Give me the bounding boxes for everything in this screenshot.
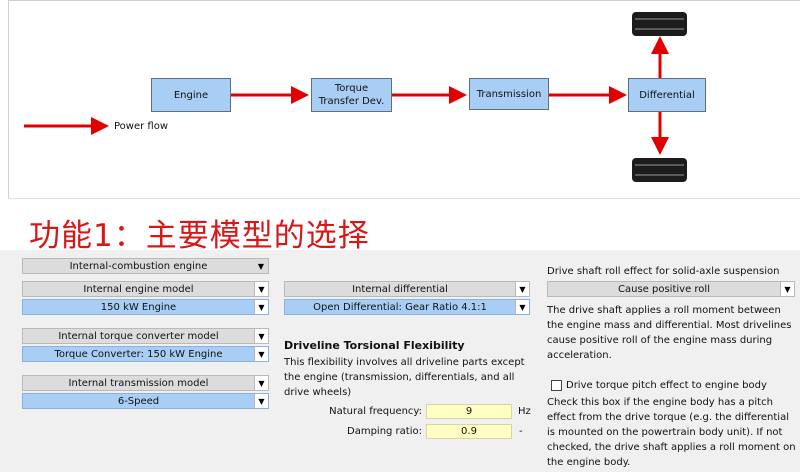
roll-effect-title: Drive shaft roll effect for solid-axle s… — [547, 266, 780, 277]
differential-select[interactable]: Open Differential: Gear Ratio 4.1:1 ▼ — [284, 299, 530, 315]
engine-model-value: 150 kW Engine — [100, 301, 177, 313]
flexibility-description: This flexibility involves all driveline … — [284, 357, 525, 398]
natural-frequency-input[interactable]: 9 — [426, 404, 512, 419]
transmission-model-label: Internal transmission model — [68, 377, 209, 389]
torque-converter-label-select[interactable]: Internal torque converter model ▼ — [22, 328, 269, 344]
natural-frequency-label: Natural frequency: — [329, 406, 422, 417]
transmission-node: Transmission — [469, 78, 549, 110]
torque-converter-select[interactable]: Torque Converter: 150 kW Engine ▼ — [22, 346, 269, 362]
transmission-label-select[interactable]: Internal transmission model ▼ — [22, 375, 269, 391]
chevron-down-icon: ▼ — [257, 261, 265, 271]
screen: Engine Torque Transfer Dev. Transmission… — [0, 0, 800, 472]
differential-model-label: Internal differential — [352, 283, 448, 295]
engine-type-select[interactable]: Internal-combustion engine ▼ — [22, 258, 269, 274]
transmission-label: Transmission — [476, 88, 542, 100]
engine-type-value: Internal-combustion engine — [69, 260, 208, 272]
chevron-down-icon: ▼ — [254, 329, 268, 343]
transmission-select[interactable]: 6-Speed ▼ — [22, 393, 269, 409]
roll-effect-description: The drive shaft applies a roll moment be… — [547, 305, 792, 361]
roll-effect-value: Cause positive roll — [618, 283, 710, 295]
transmission-model-value: 6-Speed — [117, 395, 160, 407]
chevron-down-icon: ▼ — [254, 347, 268, 361]
roll-effect-select[interactable]: Cause positive roll ▼ — [547, 281, 795, 297]
torque-label-line2: Transfer Dev. — [318, 96, 385, 107]
flexibility-title: Driveline Torsional Flexibility — [284, 339, 465, 352]
chevron-down-icon: ▼ — [515, 282, 529, 296]
torque-transfer-node: Torque Transfer Dev. — [311, 78, 392, 112]
engine-model-select[interactable]: 150 kW Engine ▼ — [22, 299, 269, 315]
pitch-effect-label[interactable]: Drive torque pitch effect to engine body — [566, 378, 767, 393]
engine-model-label: Internal engine model — [83, 283, 194, 295]
torque-label-line1: Torque — [334, 83, 369, 94]
chevron-down-icon: ▼ — [254, 300, 268, 314]
differential-label-select[interactable]: Internal differential ▼ — [284, 281, 530, 297]
pitch-effect-description: Check this box if the engine body has a … — [547, 397, 796, 468]
damping-ratio-unit: - — [519, 426, 523, 437]
differential-node: Differential — [628, 78, 706, 112]
legend-label: Power flow — [114, 121, 169, 132]
pitch-effect-checkbox[interactable] — [551, 380, 562, 391]
differential-model-value: Open Differential: Gear Ratio 4.1:1 — [313, 301, 487, 313]
engine-model-label-select[interactable]: Internal engine model ▼ — [22, 281, 269, 297]
torque-converter-label: Internal torque converter model — [58, 330, 219, 342]
chevron-down-icon: ▼ — [254, 282, 268, 296]
torque-converter-value: Torque Converter: 150 kW Engine — [54, 348, 223, 360]
wheel-top-icon — [632, 12, 687, 36]
chevron-down-icon: ▼ — [515, 300, 529, 314]
engine-label: Engine — [173, 89, 209, 101]
feature-title: 功能1：主要模型的选择 — [29, 218, 370, 254]
chevron-down-icon: ▼ — [780, 282, 794, 296]
damping-ratio-input[interactable]: 0.9 — [426, 424, 512, 439]
damping-ratio-label: Damping ratio: — [347, 426, 422, 437]
differential-label: Differential — [639, 89, 695, 101]
wheel-bottom-icon — [632, 158, 687, 182]
chevron-down-icon: ▼ — [254, 394, 268, 408]
chevron-down-icon: ▼ — [254, 376, 268, 390]
natural-frequency-unit: Hz — [518, 406, 531, 417]
engine-node: Engine — [151, 78, 231, 112]
